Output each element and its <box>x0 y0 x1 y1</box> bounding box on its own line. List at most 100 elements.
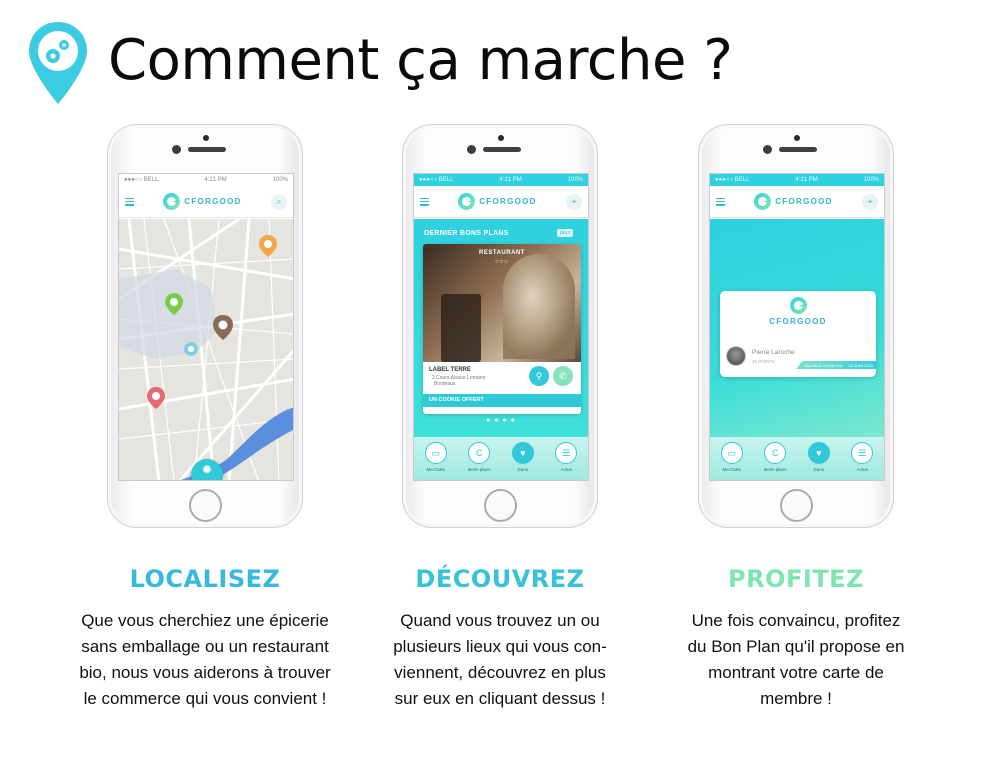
text-line: du Bon Plan qu'il propose en <box>687 637 905 656</box>
status-battery: 100% <box>272 177 288 183</box>
card-brand-name: CFORGOOD <box>769 317 827 326</box>
app-bar: CFORGOOD ⌕ <box>119 186 293 218</box>
map-pin-icon: ⚲ <box>535 370 543 381</box>
phone-icon: ✆ <box>559 370 567 381</box>
deal-card[interactable]: RESTAURANT ○○○ LABEL TERRE 2 Cours Alsac… <box>423 244 581 414</box>
tab-dons[interactable]: ♥ Dons <box>506 442 540 472</box>
map-streets <box>119 219 293 480</box>
validity-label: VALABLE JUSQU'AU <box>804 362 843 368</box>
tab-bar: ▭ Ma Carte C Bons plans ♥ Dons ☰ Actus <box>414 437 588 480</box>
status-battery: 100% <box>863 177 879 183</box>
step-text-profitez: Une fois convaincu, profitez du Bon Plan… <box>646 608 946 712</box>
place-city: Bordeaux <box>434 381 456 387</box>
map-view[interactable] <box>119 219 293 480</box>
phone-camera <box>172 145 181 154</box>
step-heading-localisez: LOCALISEZ <box>129 565 281 593</box>
directions-button[interactable]: ⚲ <box>529 366 549 386</box>
text-line: Quand vous trouvez un ou <box>400 611 600 630</box>
heart-icon: ♥ <box>511 442 534 464</box>
status-bar: ●●●○○ BELL 4:21 PM 100% <box>414 174 588 186</box>
offer-banner: UN COOKIE OFFERT <box>423 394 581 407</box>
tab-label: Bons plans <box>468 467 491 472</box>
map-pin-icon[interactable]: ⌖ <box>861 193 878 210</box>
status-bar: ●●●○○ BELL 4:21 PM 100% <box>710 174 884 186</box>
status-time: 4:21 PM <box>795 177 818 183</box>
step-heading-profitez: PROFITEZ <box>728 565 864 593</box>
gear-icon: ✹ <box>201 462 213 477</box>
tab-bons-plans[interactable]: C Bons plans <box>462 442 496 472</box>
cforgood-logo-icon <box>458 193 476 210</box>
status-battery: 100% <box>567 177 583 183</box>
tab-ma-carte[interactable]: ▭ Ma Carte <box>715 442 749 472</box>
map-pin-gears-icon <box>29 22 87 104</box>
brand-logo: CFORGOOD <box>163 193 242 210</box>
tab-label: Actus <box>560 467 572 472</box>
status-carrier: ●●●○○ BELL <box>715 177 750 183</box>
menu-icon[interactable] <box>420 197 429 206</box>
brand-name: CFORGOOD <box>775 197 833 206</box>
status-time: 4:21 PM <box>204 177 227 183</box>
brand-logo: CFORGOOD <box>754 193 833 210</box>
cforgood-icon: C <box>468 442 491 464</box>
text-line: bio, nous vous aiderons à trouver <box>79 663 331 682</box>
tab-ma-carte[interactable]: ▭ Ma Carte <box>419 442 453 472</box>
phone-sensor <box>203 135 209 141</box>
member-points: 35 POINTS <box>752 359 776 364</box>
call-button[interactable]: ✆ <box>553 366 573 386</box>
step-text-localisez: Que vous cherchiez une épicerie sans emb… <box>55 608 355 712</box>
validity-strip: VALABLE JUSQU'AU 23 JUIN 2015 <box>796 361 876 369</box>
tab-dons[interactable]: ♥ Dons <box>802 442 836 472</box>
home-button <box>484 489 517 522</box>
tab-label: Ma Carte <box>426 467 445 472</box>
phone-camera <box>763 145 772 154</box>
phone-map: ●●●○○ BELL 4:21 PM 100% CFORGOOD ⌕ ✹ <box>107 124 303 528</box>
tab-actus[interactable]: ☰ Actus <box>549 442 583 472</box>
menu-icon[interactable] <box>125 197 134 206</box>
phone-speaker <box>483 147 521 152</box>
news-icon: ☰ <box>555 442 578 464</box>
tab-bar: ▭ Ma Carte C Bons plans ♥ Dons ☰ Actus <box>710 437 884 480</box>
card-icon: ▭ <box>720 442 743 464</box>
status-carrier: ●●●○○ BELL <box>124 177 159 183</box>
text-line: Une fois convaincu, profitez <box>691 611 901 630</box>
phone-speaker <box>779 147 817 152</box>
cforgood-logo-icon <box>789 297 807 314</box>
map-screen: ●●●○○ BELL 4:21 PM 100% CFORGOOD ⌕ ✹ <box>118 173 294 481</box>
tab-label: Dons <box>813 467 824 472</box>
map-pin-icon[interactable]: ⌖ <box>565 193 582 210</box>
phone-deals: ●●●○○ BELL 4:21 PM 100% CFORGOOD ⌖ DERNI… <box>402 124 598 528</box>
text-line: plusieurs lieux qui vous con- <box>393 637 607 656</box>
card-icon: ▭ <box>424 442 447 464</box>
heart-icon: ♥ <box>807 442 830 464</box>
card-category: RESTAURANT <box>479 250 525 256</box>
status-time: 4:21 PM <box>499 177 522 183</box>
status-carrier: ●●●○○ BELL <box>419 177 454 183</box>
member-screen: ●●●○○ BELL 4:21 PM 100% CFORGOOD ⌖ CFORG… <box>709 173 885 481</box>
avatar <box>726 346 746 366</box>
member-card[interactable]: CFORGOOD Pierre Laroche 35 POINTS VALABL… <box>720 291 876 377</box>
deals-screen: ●●●○○ BELL 4:21 PM 100% CFORGOOD ⌖ DERNI… <box>413 173 589 481</box>
app-bar: CFORGOOD ⌖ <box>710 186 884 218</box>
tab-actus[interactable]: ☰ Actus <box>845 442 879 472</box>
cforgood-logo-icon <box>163 193 181 210</box>
tab-bons-plans[interactable]: C Bons plans <box>758 442 792 472</box>
plus-button[interactable]: plus <box>557 229 574 237</box>
phone-sensor <box>498 135 504 141</box>
step-text-decouvrez: Quand vous trouvez un ou plusieurs lieux… <box>350 608 650 712</box>
tab-label: Actus <box>856 467 868 472</box>
brand-name: CFORGOOD <box>479 197 537 206</box>
phone-member-card: ●●●○○ BELL 4:21 PM 100% CFORGOOD ⌖ CFORG… <box>698 124 894 528</box>
user-location-marker <box>184 342 198 356</box>
cforgood-logo-icon <box>754 193 772 210</box>
text-line: sans emballage ou un restaurant <box>81 637 329 656</box>
validity-date: 23 JUIN 2015 <box>848 362 873 368</box>
text-line: membre ! <box>760 689 832 708</box>
status-bar: ●●●○○ BELL 4:21 PM 100% <box>119 174 293 186</box>
section-title: DERNIER BONS PLANS <box>424 230 509 237</box>
place-name: LABEL TERRE <box>429 367 471 373</box>
carousel-pager[interactable]: ● ● ● ● <box>414 417 588 424</box>
phone-sensor <box>794 135 800 141</box>
card-brand-logo: CFORGOOD <box>720 297 876 326</box>
search-icon[interactable]: ⌕ <box>270 193 287 210</box>
menu-icon[interactable] <box>716 197 725 206</box>
